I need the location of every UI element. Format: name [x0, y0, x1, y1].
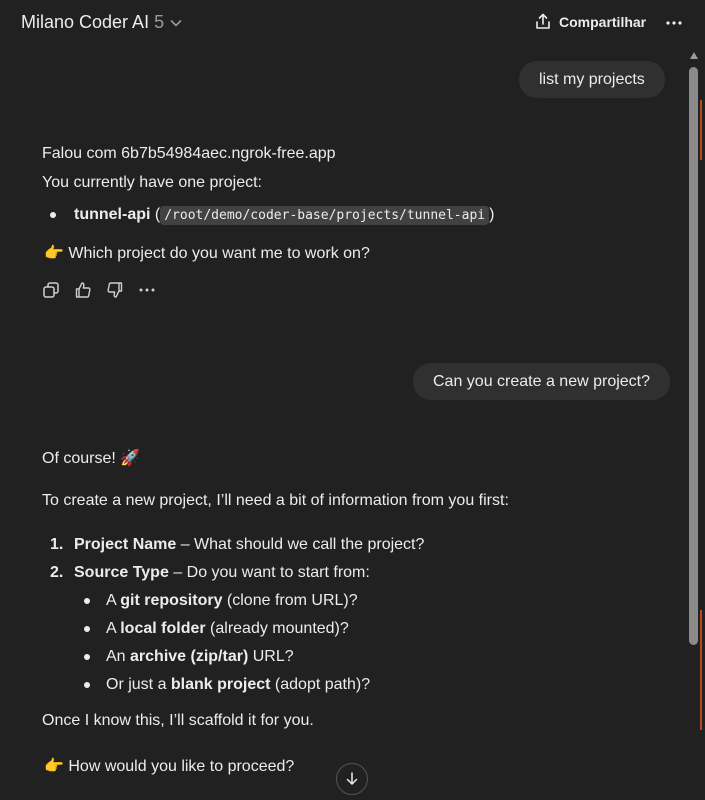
thumbs-up-icon: [75, 282, 91, 298]
question-text: How would you like to proceed?: [68, 758, 295, 775]
question-text: Which project do you want me to work on?: [68, 245, 370, 262]
arrow-down-icon: [346, 772, 358, 785]
sub-item-bold: git repository: [120, 592, 223, 609]
list-bullet: [84, 654, 90, 660]
scroll-to-bottom-button[interactable]: [336, 763, 368, 795]
editor-edge-marker: [700, 610, 702, 730]
model-version: 5: [154, 12, 165, 32]
assistant-text: Once I know this, I’ll scaffold it for y…: [42, 712, 314, 729]
editor-edge-marker: [700, 100, 702, 160]
assistant-intro: Of course! 🚀: [42, 448, 140, 468]
chevron-down-icon: [170, 19, 182, 27]
user-message: list my projects: [519, 61, 665, 98]
top-bar: Milano Coder AI 5 Compartilhar: [0, 0, 705, 46]
copy-icon: [43, 282, 59, 298]
item-title: Project Name: [74, 536, 177, 553]
share-icon: [536, 13, 550, 29]
assistant-question: 👉 How would you like to proceed?: [44, 756, 294, 776]
sub-item-prefix: Or just a: [106, 676, 171, 693]
thumbs-down-icon: [107, 282, 123, 298]
thumbs-up-button[interactable]: [74, 280, 106, 300]
item-description: – What should we call the project?: [176, 536, 425, 553]
pointing-hand-emoji: 👉: [44, 758, 64, 775]
scrollbar[interactable]: [689, 52, 699, 800]
item-title: Source Type: [74, 564, 169, 581]
sub-item-suffix: (clone from URL)?: [222, 592, 358, 609]
more-actions-button[interactable]: [138, 280, 170, 300]
sub-item-bold: local folder: [120, 620, 206, 637]
more-horizontal-icon: [139, 288, 155, 292]
list-number: 2.: [50, 564, 64, 581]
project-list-item: tunnel-api (/root/demo/coder-base/projec…: [74, 206, 495, 225]
sub-item-suffix: URL?: [248, 648, 294, 665]
project-name: tunnel-api: [74, 206, 151, 223]
share-label: Compartilhar: [559, 13, 647, 30]
item-description: – Do you want to start from:: [168, 564, 370, 581]
paren-close: ): [489, 206, 495, 223]
model-selector[interactable]: Milano Coder AI 5: [21, 12, 182, 33]
sub-list-item: An archive (zip/tar) URL?: [106, 648, 294, 666]
app-name: Milano Coder AI: [21, 12, 150, 32]
sub-list-item: A git repository (clone from URL)?: [106, 592, 358, 610]
assistant-text: You currently have one project:: [42, 174, 262, 191]
list-bullet: [84, 598, 90, 604]
intro-text: Of course!: [42, 450, 116, 467]
conversation-options-button[interactable]: [665, 14, 683, 37]
sub-list-item: A local folder (already mounted)?: [106, 620, 349, 638]
user-message: Can you create a new project?: [413, 363, 671, 400]
tool-call-status[interactable]: Falou com 6b7b54984aec.ngrok-free.app: [42, 145, 336, 163]
numbered-list-item: Project Name – What should we call the p…: [74, 536, 424, 554]
sub-item-prefix: A: [106, 592, 121, 609]
sub-item-bold: blank project: [170, 676, 271, 693]
assistant-text: To create a new project, I’ll need a bit…: [42, 492, 509, 509]
sub-item-suffix: (already mounted)?: [205, 620, 349, 637]
sub-item-suffix: (adopt path)?: [270, 676, 371, 693]
scrollbar-thumb[interactable]: [689, 67, 698, 645]
list-number: 1.: [50, 536, 64, 553]
sub-list-item: Or just a blank project (adopt path)?: [106, 676, 370, 694]
numbered-list-item: Source Type – Do you want to start from:: [74, 564, 370, 582]
sub-item-bold: archive (zip/tar): [130, 648, 249, 665]
share-button[interactable]: Compartilhar: [535, 13, 646, 30]
copy-button[interactable]: [42, 280, 74, 300]
project-path: /root/demo/coder-base/projects/tunnel-ap…: [160, 206, 490, 225]
list-bullet: [84, 626, 90, 632]
rocket-emoji: 🚀: [120, 450, 141, 467]
list-bullet: [84, 682, 90, 688]
thumbs-down-button[interactable]: [106, 280, 138, 300]
pointing-hand-emoji: 👉: [44, 245, 64, 262]
assistant-question: 👉 Which project do you want me to work o…: [44, 243, 370, 263]
message-actions: [42, 280, 170, 300]
list-bullet: [50, 212, 56, 218]
more-horizontal-icon: [666, 21, 682, 25]
scroll-up-arrow-icon[interactable]: [690, 52, 698, 59]
sub-item-prefix: A: [106, 620, 121, 637]
sub-item-prefix: An: [106, 648, 131, 665]
